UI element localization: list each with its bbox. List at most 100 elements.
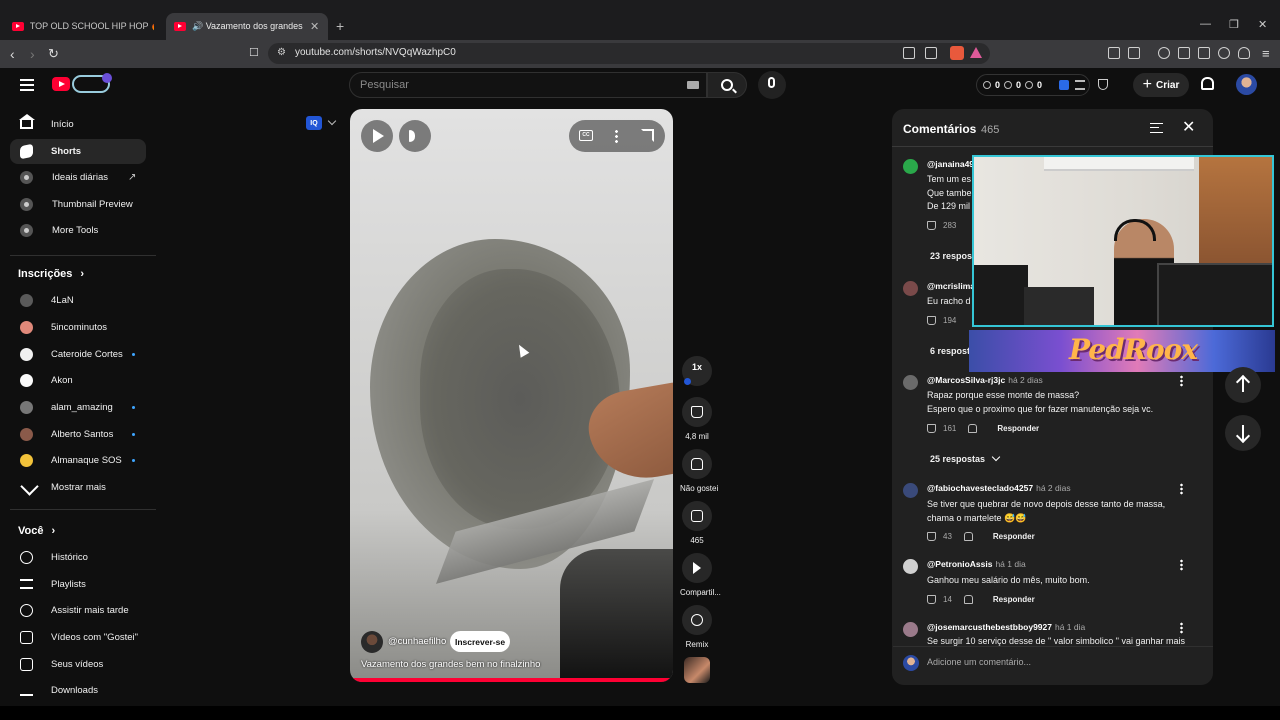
comment-avatar[interactable]	[903, 281, 918, 296]
subscriptions-heading[interactable]: Inscrições ›	[18, 268, 84, 280]
previous-short-button[interactable]	[1225, 367, 1261, 403]
rewards-icon[interactable]	[970, 47, 982, 58]
shorts-video-player[interactable]: CC @cunhaefilho Inscrever-se Vazamento d…	[350, 109, 673, 682]
playback-speed-button[interactable]: 1x	[682, 356, 712, 386]
comment-more-icon[interactable]	[1180, 622, 1183, 634]
browser-tab-1[interactable]: TOP OLD SCHOOL HIP HOP 🔥 50 Cent	[4, 13, 162, 40]
vidiq-badge[interactable]: IQ	[306, 116, 322, 130]
comment-author[interactable]: @mcrislima	[927, 281, 975, 291]
comment-avatar[interactable]	[903, 559, 918, 574]
thumbs-up-icon[interactable]	[927, 532, 936, 541]
sidebar-subscription-cateroide-cortes[interactable]: Cateroide Cortes	[10, 342, 146, 367]
sidebar-item-downloads[interactable]: Downloads	[10, 678, 146, 703]
voice-search-button[interactable]	[758, 71, 786, 99]
comments-button[interactable]: 465	[680, 501, 714, 545]
captions-icon[interactable]: CC	[579, 130, 593, 141]
reply-button[interactable]: Responder	[993, 532, 1035, 541]
notifications-bell-icon[interactable]	[1201, 77, 1214, 90]
more-vert-icon[interactable]	[615, 129, 618, 143]
doodle-logo-icon[interactable]	[72, 73, 112, 93]
thumbs-up-icon[interactable]	[927, 316, 936, 325]
sidebar-item-history[interactable]: Histórico	[10, 545, 146, 570]
forward-icon[interactable]: ›	[30, 46, 35, 62]
thumbs-down-icon[interactable]	[963, 595, 973, 604]
play-button[interactable]	[361, 120, 393, 152]
comment-avatar[interactable]	[903, 159, 918, 174]
sidebar-subscription-5incominutos[interactable]: 5incominutos	[10, 315, 146, 340]
dislike-button[interactable]: Não gostei	[680, 449, 718, 493]
replies-toggle[interactable]: 25 respostas	[930, 452, 1001, 464]
comment-more-icon[interactable]	[1180, 375, 1183, 387]
vidiq-icon[interactable]	[1059, 80, 1069, 90]
sidebar-subscription-4lan[interactable]: 4LaN	[10, 288, 146, 313]
tab-close-icon[interactable]: ✕	[310, 20, 319, 33]
reload-icon[interactable]: ↻	[48, 46, 59, 62]
comment-author[interactable]: @janaina49	[927, 159, 974, 169]
create-button[interactable]: + Criar	[1133, 73, 1189, 97]
thumbs-down-icon[interactable]	[968, 424, 978, 433]
browser-menu-icon[interactable]: ≡	[1262, 46, 1270, 61]
new-tab-icon[interactable]: +	[336, 18, 344, 34]
comment-avatar[interactable]	[903, 483, 918, 498]
comment-more-icon[interactable]	[1180, 559, 1183, 571]
browser-tab-2[interactable]: 🔊 Vazamento dos grandes bem ✕	[166, 13, 328, 40]
comment-author[interactable]: @MarcosSilva-rj3jc	[927, 375, 1005, 385]
share-page-icon[interactable]	[925, 47, 937, 59]
search-button[interactable]	[707, 72, 747, 98]
comment-more-icon[interactable]	[1180, 483, 1183, 495]
comment-avatar[interactable]	[903, 622, 918, 637]
filter-icon[interactable]	[1075, 80, 1085, 90]
video-title[interactable]: Vazamento dos grandes bem no finalzinho	[361, 659, 540, 670]
share-button[interactable]: Compartil...	[680, 553, 721, 597]
add-comment-input[interactable]	[927, 657, 1197, 667]
comment-avatar[interactable]	[903, 375, 918, 390]
sound-thumbnail[interactable]	[684, 657, 710, 683]
progress-bar[interactable]	[350, 678, 673, 682]
thumbs-up-icon[interactable]	[927, 595, 936, 604]
search-input[interactable]	[360, 79, 660, 91]
sidebar-item-more-tools[interactable]: More Tools	[10, 218, 146, 243]
leo-ai-icon[interactable]	[1218, 47, 1230, 59]
comment-author[interactable]: @fabiochavesteclado4257	[927, 483, 1033, 493]
menu-icon[interactable]	[20, 79, 34, 91]
thumbs-down-icon[interactable]	[963, 532, 973, 541]
channel-name[interactable]: @cunhaefilho	[388, 636, 446, 647]
reply-button[interactable]: Responder	[997, 424, 1039, 433]
you-heading[interactable]: Você ›	[18, 525, 55, 537]
sidebar-toggle-icon[interactable]	[1178, 47, 1190, 59]
sidebar-subscription-alberto-santos[interactable]: Alberto Santos	[10, 422, 146, 447]
close-icon[interactable]: ✕	[1182, 120, 1195, 136]
extension-stats[interactable]: 0 0 0	[976, 74, 1090, 96]
like-button[interactable]: 4,8 mil	[680, 397, 714, 441]
sort-icon[interactable]	[1150, 123, 1163, 133]
sidebar-item-thumbnail-preview[interactable]: Thumbnail Preview	[10, 192, 146, 217]
next-short-button[interactable]	[1225, 415, 1261, 451]
window-close-icon[interactable]: ✕	[1258, 18, 1267, 31]
url-text[interactable]: youtube.com/shorts/NVQqWazhpC0	[295, 47, 456, 58]
channel-avatar[interactable]	[361, 631, 383, 653]
minimize-icon[interactable]: —	[1200, 18, 1211, 30]
wallet-icon[interactable]	[1198, 47, 1210, 59]
sidebar-subscription-almanaque-sos[interactable]: Almanaque SOS	[10, 448, 146, 473]
maximize-icon[interactable]: ❐	[1229, 18, 1239, 31]
sidebar-subscription-akon[interactable]: Akon	[10, 368, 146, 393]
fullscreen-icon[interactable]	[641, 129, 654, 142]
cast-icon[interactable]	[903, 47, 915, 59]
volume-button[interactable]	[399, 120, 431, 152]
sidebar-show-more[interactable]: Mostrar mais	[10, 475, 146, 500]
sidebar-item-playlists[interactable]: Playlists	[10, 572, 146, 597]
keyboard-icon[interactable]	[687, 81, 699, 89]
screenshot-icon[interactable]	[1128, 47, 1140, 59]
replies-toggle[interactable]: 6 respost	[930, 346, 970, 356]
sidebar-item-liked-videos[interactable]: Vídeos com "Gostei"	[10, 625, 146, 650]
sidebar-item-home[interactable]: Início	[10, 112, 146, 137]
bookmark-icon[interactable]: ☐	[249, 46, 259, 59]
replies-toggle[interactable]: 23 respos	[930, 251, 972, 261]
vpn-icon[interactable]	[1238, 47, 1250, 59]
sidebar-item-shorts[interactable]: Shorts	[10, 139, 146, 164]
sidebar-item-your-videos[interactable]: Seus vídeos	[10, 652, 146, 677]
site-info-icon[interactable]: ⚙	[277, 47, 286, 58]
music-icon[interactable]	[1158, 47, 1170, 59]
account-avatar[interactable]	[1236, 74, 1257, 95]
subscribe-button[interactable]: Inscrever-se	[450, 631, 510, 652]
